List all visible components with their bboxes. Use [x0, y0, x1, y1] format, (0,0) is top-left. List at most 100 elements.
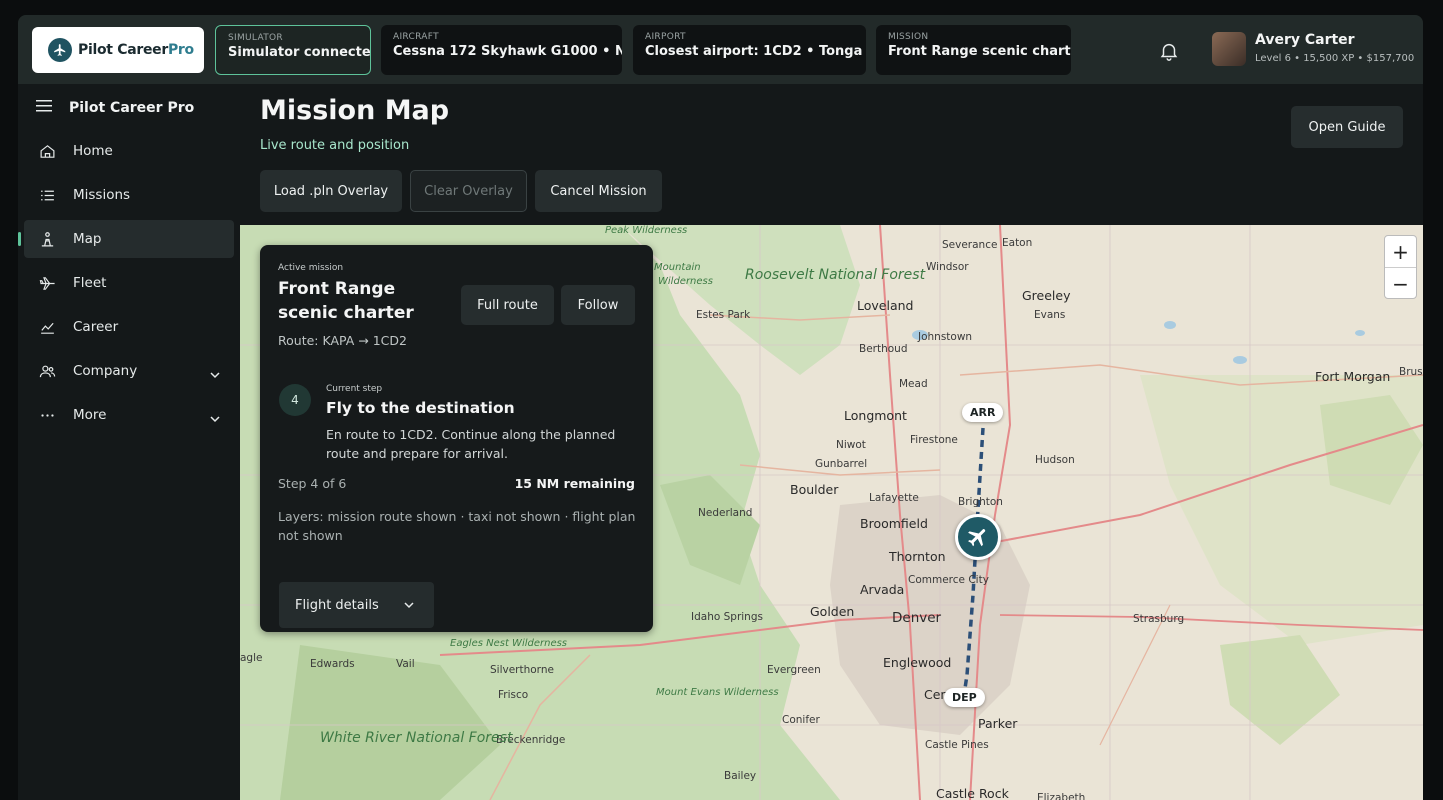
map-label: Lafayette [869, 492, 919, 504]
aircraft-position-marker[interactable] [955, 514, 1001, 560]
sidebar-item-fleet[interactable]: Fleet [24, 264, 234, 302]
map-label: Boulder [790, 482, 839, 497]
map-label: Windsor [926, 261, 969, 273]
zoom-control: + − [1384, 235, 1417, 299]
load-overlay-button[interactable]: Load .pln Overlay [260, 170, 402, 212]
map-label: Englewood [883, 655, 952, 670]
sidebar-item-label: Career [73, 319, 119, 335]
map-label: Bailey [724, 770, 757, 782]
full-route-button[interactable]: Full route [461, 285, 554, 325]
map-label: Eagles Nest Wilderness [450, 638, 568, 649]
home-icon [38, 142, 56, 160]
brand-logo[interactable]: Pilot CareerPro [32, 27, 204, 73]
sidebar-item-map[interactable]: Map [18, 220, 234, 258]
open-guide-button[interactable]: Open Guide [1291, 106, 1403, 148]
follow-button[interactable]: Follow [561, 285, 635, 325]
map-label: Severance [942, 239, 998, 251]
map-label: Vail [396, 658, 415, 670]
sidebar-item-more[interactable]: More [24, 396, 234, 434]
map-label: Gunbarrel [815, 458, 868, 470]
top-bar: Pilot CareerPro SIMULATOR Simulator conn… [18, 15, 1423, 84]
sidebar-item-label: More [73, 407, 107, 423]
logo-plane-icon [48, 38, 72, 62]
map-label: Brighton [958, 496, 1003, 508]
user-avatar[interactable] [1212, 32, 1246, 66]
step-title: Fly to the destination [326, 399, 515, 417]
map-label: Castle Rock [936, 786, 1009, 800]
mission-status-chip[interactable]: MISSION Front Range scenic charter [876, 25, 1071, 75]
plane-icon [968, 529, 986, 547]
arrival-pin[interactable]: ARR [962, 403, 1004, 422]
plane-icon [38, 274, 56, 292]
app-window: Pilot CareerPro SIMULATOR Simulator conn… [18, 15, 1423, 800]
more-icon [38, 406, 56, 424]
map-label: Fort Morgan [1315, 369, 1391, 384]
map-label: Greeley [1022, 288, 1071, 303]
map-label: Estes Park [696, 309, 751, 321]
map-label: Golden [810, 604, 855, 619]
step-progress: Step 4 of 6 [278, 476, 347, 491]
map-label: Mount Evans Wilderness [656, 687, 779, 698]
chip-value: Closest airport: 1CD2 • Tonga Air... [645, 44, 866, 59]
sidebar-item-company[interactable]: Company [24, 352, 234, 390]
user-stats: Level 6 • 15,500 XP • $157,700 [1255, 53, 1415, 64]
sidebar-item-home[interactable]: Home [24, 132, 234, 170]
clear-overlay-button[interactable]: Clear Overlay [410, 170, 527, 212]
map-label: Mead [899, 378, 928, 390]
notifications-bell-icon[interactable] [1158, 40, 1180, 62]
current-step-label: Current step [326, 384, 383, 394]
flight-details-dropdown[interactable]: Flight details [279, 582, 434, 628]
map-label: Strasburg [1133, 613, 1185, 625]
chevron-down-icon [210, 409, 220, 428]
airport-status-chip[interactable]: AIRPORT Closest airport: 1CD2 • Tonga Ai… [633, 25, 866, 75]
chevron-down-icon [404, 599, 414, 614]
map-label: Frisco [498, 689, 529, 701]
page-title: Mission Map [260, 95, 450, 126]
map-label: Parker [978, 716, 1018, 731]
map-person-icon [38, 230, 56, 248]
hamburger-menu-icon[interactable] [36, 98, 52, 117]
map-label: Loveland [857, 298, 914, 313]
map-label: Firestone [910, 434, 958, 446]
cancel-mission-button[interactable]: Cancel Mission [535, 170, 662, 212]
map-label: Mountain [654, 262, 701, 273]
map-label: Silverthorne [490, 664, 554, 676]
sidebar: Pilot Career Pro Home Missions Map Fleet… [18, 84, 236, 800]
map-label: Roosevelt National Forest [745, 267, 926, 283]
map-label: Peak Wilderness [605, 225, 688, 236]
map-label: Brush [1399, 366, 1423, 378]
map-label: Nederland [698, 507, 753, 519]
list-icon [38, 186, 56, 204]
active-mission-label: Active mission [278, 263, 344, 273]
map-label: White River National Forest [320, 730, 512, 746]
chip-value: Simulator connected [228, 45, 371, 60]
departure-pin[interactable]: DEP [944, 688, 985, 707]
zoom-in-button[interactable]: + [1385, 236, 1416, 267]
chip-label: MISSION [888, 32, 929, 42]
map-label: agle [240, 652, 263, 664]
flight-details-label: Flight details [295, 597, 379, 613]
sidebar-item-career[interactable]: Career [24, 308, 234, 346]
active-mission-panel: Active mission Front Range scenic charte… [260, 245, 653, 632]
step-description: En route to 1CD2. Continue along the pla… [326, 427, 616, 461]
zoom-out-button[interactable]: − [1385, 268, 1416, 299]
map-label: Arvada [860, 582, 905, 597]
aircraft-status-chip[interactable]: AIRCRAFT Cessna 172 Skyhawk G1000 • N172… [381, 25, 622, 75]
distance-remaining: 15 NM remaining [514, 476, 635, 491]
simulator-status-chip[interactable]: SIMULATOR Simulator connected [215, 25, 371, 75]
sidebar-item-label: Fleet [73, 275, 107, 291]
map-label: Conifer [782, 714, 820, 726]
chip-label: AIRPORT [645, 32, 686, 42]
map-label: Johnstown [918, 331, 973, 343]
map-label: Longmont [844, 408, 907, 423]
map-label: Edwards [310, 658, 355, 670]
map-label: Castle Pines [925, 739, 989, 751]
user-name: Avery Carter [1255, 32, 1355, 48]
sidebar-item-missions[interactable]: Missions [24, 176, 234, 214]
map-label: Wilderness [658, 276, 713, 287]
map-label: Evergreen [767, 664, 821, 676]
chart-icon [38, 318, 56, 336]
map-label: Broomfield [860, 516, 928, 531]
map-label: Commerce City [908, 574, 989, 586]
sidebar-item-label: Company [73, 363, 138, 379]
